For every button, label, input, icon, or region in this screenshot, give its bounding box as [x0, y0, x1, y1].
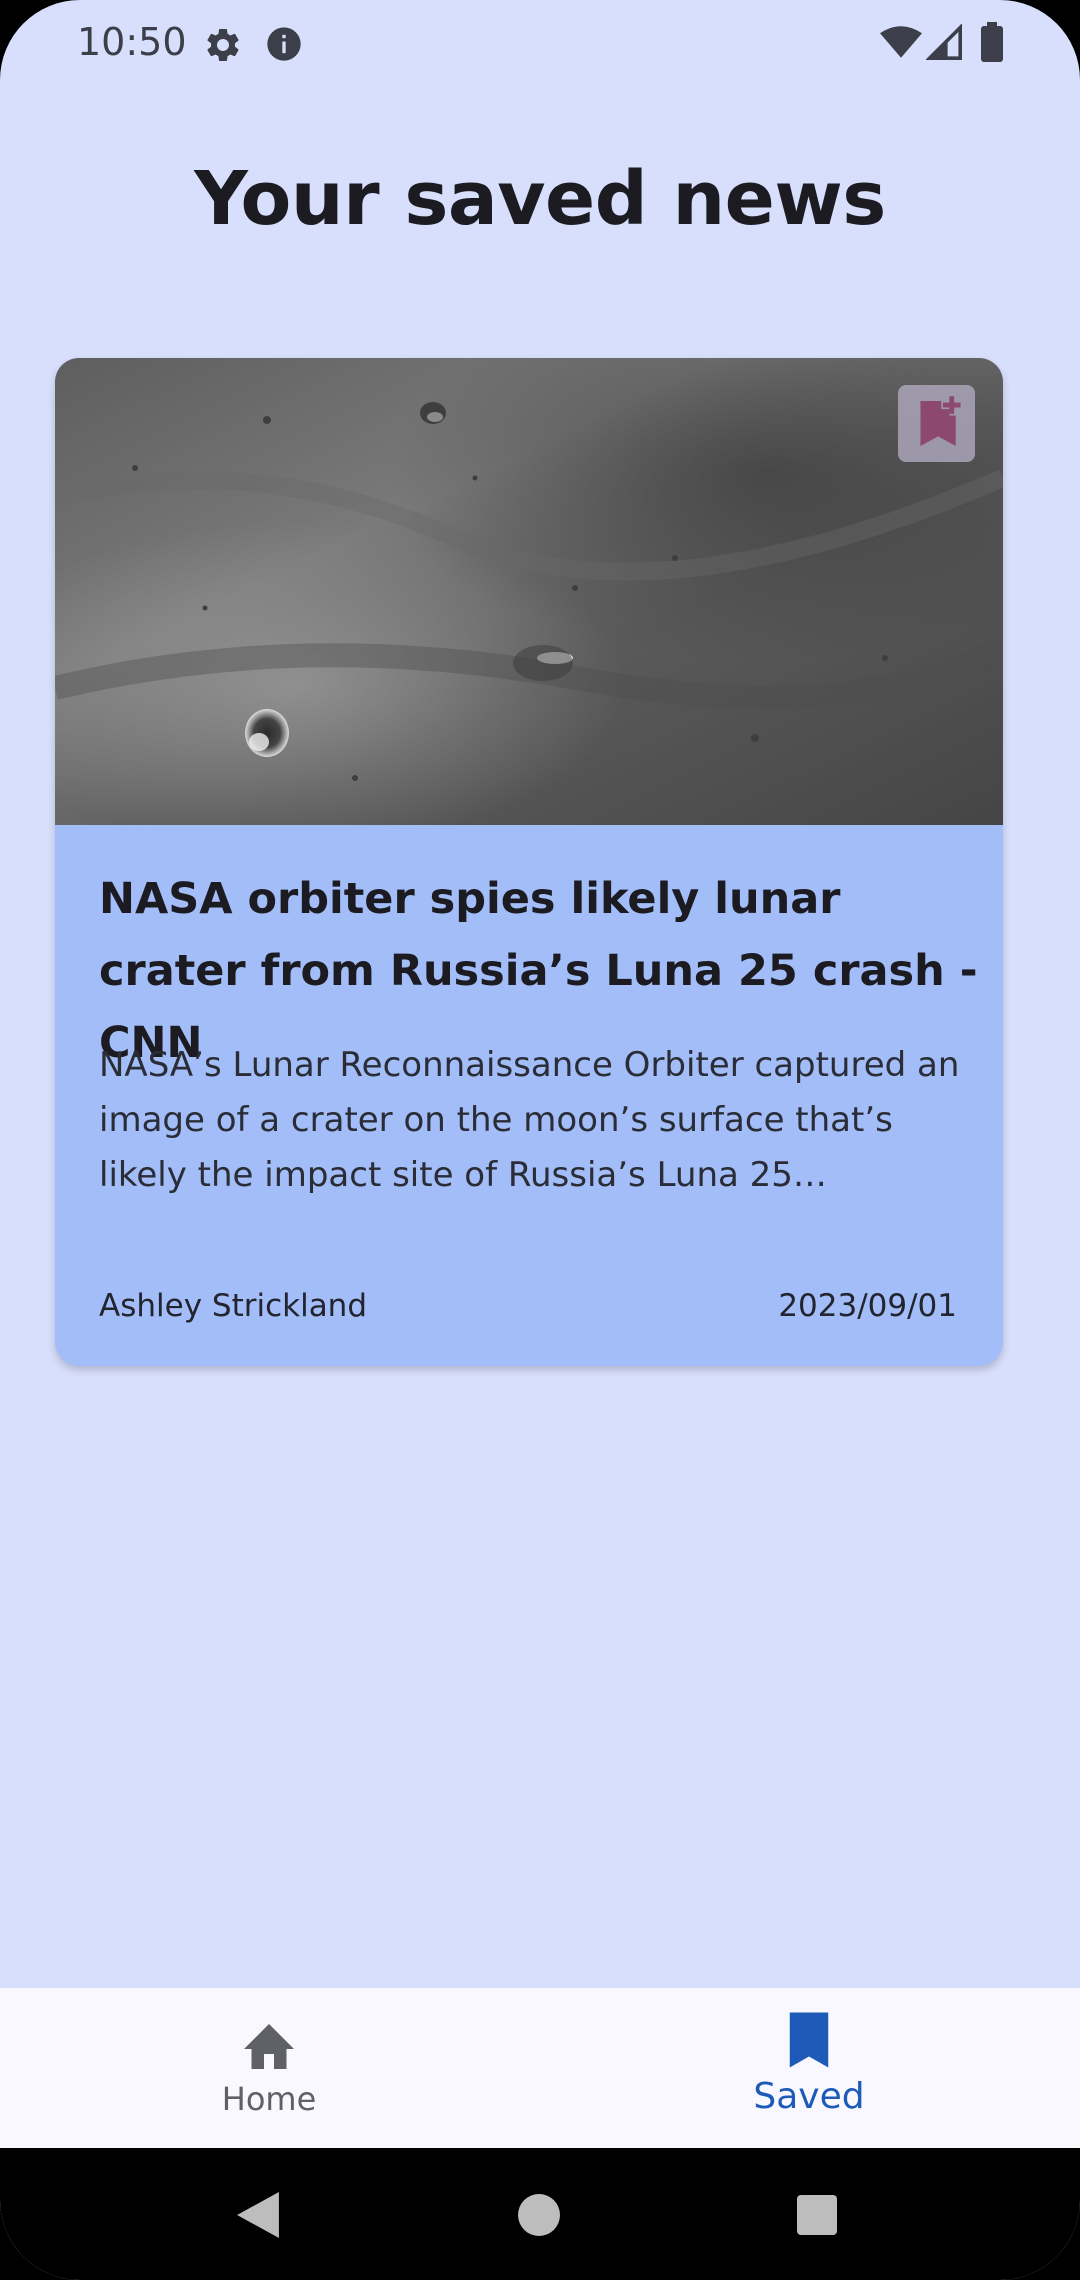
bookmark-icon [789, 2012, 829, 2068]
recents-icon[interactable] [797, 2195, 837, 2235]
article-image [55, 358, 1003, 825]
nav-item-home[interactable]: Home [119, 1988, 419, 2148]
status-bar: 10:50 [0, 0, 1080, 86]
app-screen: 10:50 Your saved news NASA orbiter spies… [0, 0, 1080, 2280]
article-description: NASA’s Lunar Reconnaissance Orbiter capt… [99, 1045, 960, 1195]
article-author: Ashley Strickland [99, 1288, 368, 1324]
article-date: 2023/09/01 [778, 1288, 957, 1324]
news-card[interactable]: NASA orbiter spies likely lunar crater f… [55, 358, 1003, 1366]
nav-label-home: Home [221, 2080, 317, 2118]
nav-item-saved[interactable]: Saved [659, 1988, 959, 2148]
back-icon[interactable] [236, 2192, 280, 2238]
battery-icon [981, 22, 1003, 62]
bottom-navigation: Home Saved [0, 1988, 1080, 2148]
gear-icon [207, 28, 239, 61]
page-title: Your saved news [194, 156, 886, 242]
home-icon [244, 2024, 294, 2069]
info-icon [267, 27, 301, 61]
system-navigation-bar [0, 2148, 1080, 2280]
status-time: 10:50 [77, 20, 187, 64]
home-circle-icon[interactable] [518, 2194, 560, 2236]
signal-icon [926, 24, 962, 60]
wifi-icon [880, 26, 922, 58]
nav-label-saved: Saved [753, 2076, 865, 2117]
bookmark-add-icon [920, 396, 961, 446]
bookmark-add-button[interactable] [898, 385, 975, 462]
